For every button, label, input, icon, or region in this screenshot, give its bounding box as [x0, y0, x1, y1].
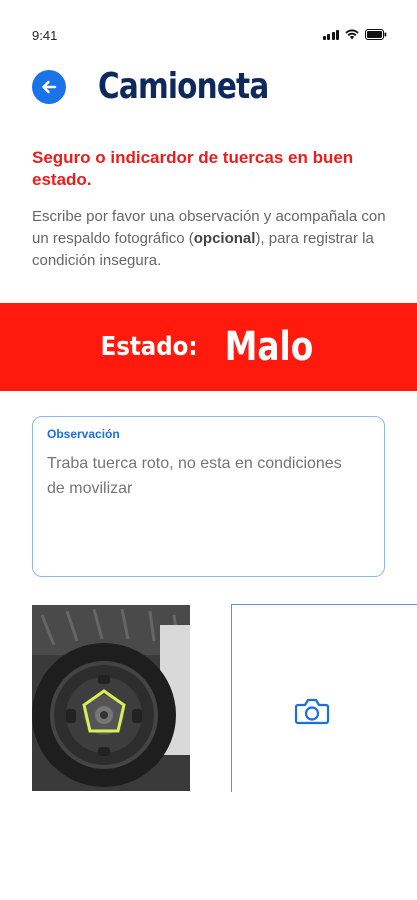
instructions: Escribe por favor una observación y acom…	[32, 206, 392, 272]
state-value: Malo	[224, 324, 313, 370]
signal-icon	[322, 30, 339, 40]
state-banner: Estado: Malo	[0, 303, 417, 391]
photo-thumbnail[interactable]	[32, 605, 190, 791]
wifi-icon	[345, 29, 359, 40]
status-icons	[322, 29, 388, 40]
status-time: 9:41	[32, 28, 58, 43]
page-title: Camioneta	[98, 66, 269, 107]
add-photo-button[interactable]	[231, 604, 417, 792]
back-arrow-icon	[42, 80, 57, 94]
observation-field[interactable]: Observación	[32, 416, 385, 577]
status-bar: 9:41	[0, 0, 417, 60]
camera-icon	[294, 698, 330, 725]
tire-photo	[32, 605, 190, 791]
optional-emphasis: opcional	[193, 230, 256, 247]
battery-icon	[365, 29, 387, 40]
header: Camioneta	[0, 62, 417, 118]
item-title: Seguro o indicardor de tuercas en buen e…	[32, 148, 354, 189]
state-label: Estado:	[101, 332, 198, 362]
observation-label: Observación	[47, 427, 120, 441]
back-button[interactable]	[32, 70, 66, 104]
observation-input[interactable]	[47, 451, 347, 511]
